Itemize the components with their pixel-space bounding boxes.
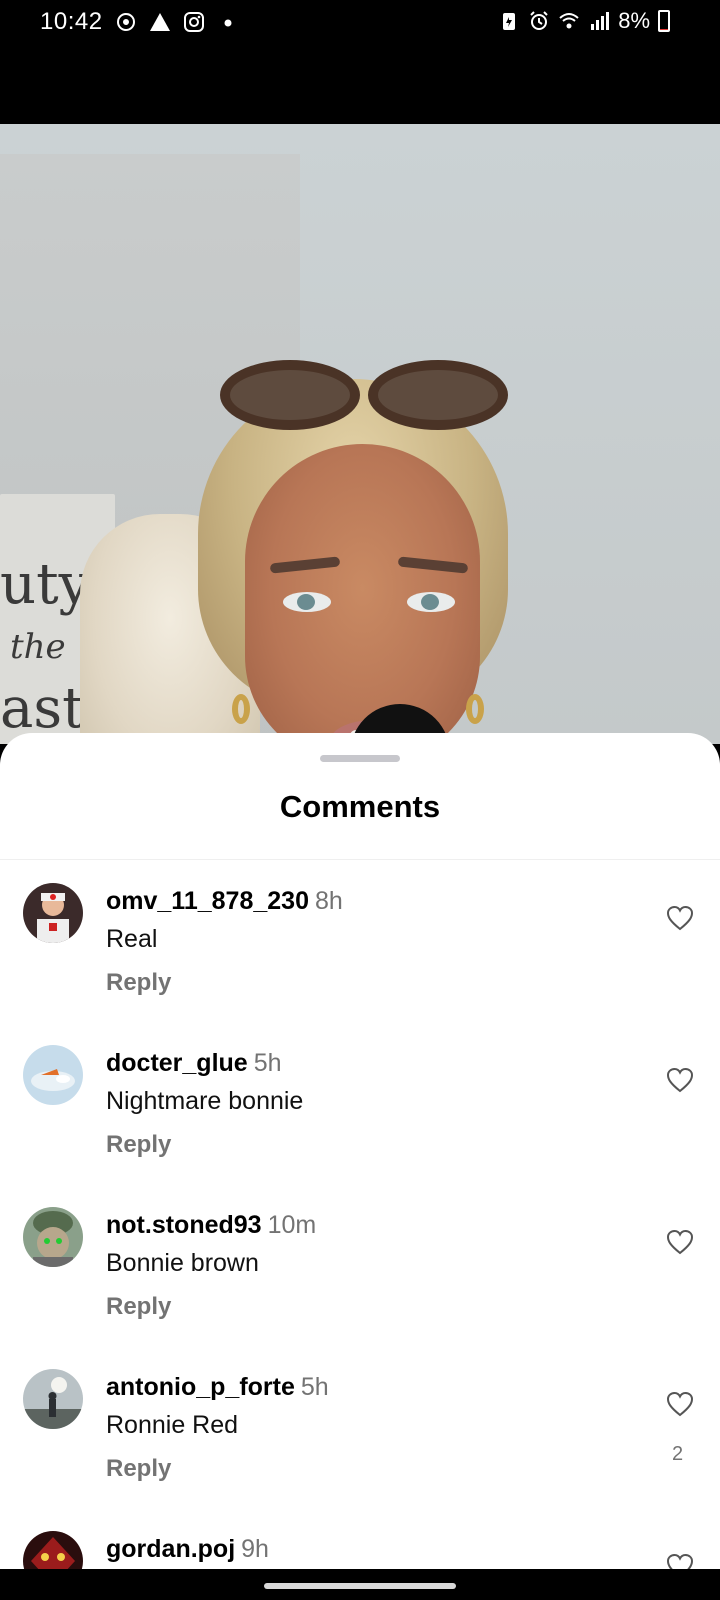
eye	[283, 592, 331, 612]
timestamp: 8h	[314, 887, 343, 915]
comment-item: antonio_p_forte 5h Ronnie Red Reply 2	[0, 1347, 720, 1497]
comment-header: gordan.poj 9h	[106, 1535, 269, 1564]
comment-text: Real	[106, 925, 158, 953]
comment-item: gordan.poj 9h	[0, 1509, 720, 1569]
comment-header: docter_glue 5h	[106, 1049, 282, 1078]
signal-icon	[591, 12, 610, 30]
comment-text: Nightmare bonnie	[106, 1087, 304, 1115]
sync-icon	[116, 13, 135, 31]
comment-item: docter_glue 5h Nightmare bonnie Reply	[0, 1023, 720, 1173]
username[interactable]: omv_11_878_230	[106, 887, 309, 915]
comment-header: not.stoned93 10m	[106, 1211, 316, 1240]
heart-icon[interactable]	[666, 905, 694, 931]
username[interactable]: gordan.poj	[106, 1535, 235, 1563]
battery-percentage: 8%	[618, 8, 650, 33]
comment-item: omv_11_878_230 8h Real Reply	[0, 861, 720, 1011]
alarm-icon	[530, 11, 548, 30]
comment-header: antonio_p_forte 5h	[106, 1373, 329, 1402]
status-time: 10:42	[40, 8, 103, 35]
wifi-icon	[559, 13, 579, 29]
timestamp: 5h	[300, 1373, 329, 1401]
status-bar: 10:42 8%	[0, 0, 720, 44]
comment-item: not.stoned93 10m Bonnie brown Reply	[0, 1185, 720, 1335]
drag-handle[interactable]	[320, 755, 400, 762]
battery-saver-icon	[503, 13, 516, 30]
earring	[232, 694, 250, 724]
sunglasses	[220, 360, 508, 430]
poster-text: uty the ast	[0, 554, 90, 740]
sheet-title: Comments	[279, 789, 441, 824]
warning-icon	[149, 13, 170, 31]
dot-icon	[224, 19, 232, 27]
reply-button[interactable]: Reply	[106, 969, 171, 997]
comment-header: omv_11_878_230 8h	[106, 887, 343, 916]
avatar[interactable]	[23, 1207, 83, 1267]
instagram-icon	[183, 12, 204, 32]
timestamp: 5h	[253, 1049, 282, 1077]
heart-icon[interactable]	[666, 1067, 694, 1093]
comment-text: Ronnie Red	[106, 1411, 239, 1439]
battery-icon	[658, 10, 670, 32]
reply-button[interactable]: Reply	[106, 1293, 171, 1321]
reply-button[interactable]: Reply	[106, 1455, 171, 1483]
comment-text: Bonnie brown	[106, 1249, 259, 1277]
divider	[0, 859, 720, 860]
avatar[interactable]	[23, 1531, 83, 1569]
username[interactable]: docter_glue	[106, 1049, 248, 1077]
username[interactable]: antonio_p_forte	[106, 1373, 295, 1401]
reply-button[interactable]: Reply	[106, 1131, 171, 1159]
heart-icon[interactable]	[666, 1553, 694, 1569]
like-count: 2	[672, 1443, 684, 1465]
poster-text-line: ast	[0, 676, 85, 741]
username[interactable]: not.stoned93	[106, 1211, 262, 1239]
avatar[interactable]	[23, 883, 83, 943]
comments-sheet: Comments omv_11_878_230 8h Real Reply doc…	[0, 733, 720, 1569]
avatar[interactable]	[23, 1369, 83, 1429]
heart-icon[interactable]	[666, 1391, 694, 1417]
timestamp: 10m	[267, 1211, 317, 1239]
heart-icon[interactable]	[666, 1229, 694, 1255]
avatar[interactable]	[23, 1045, 83, 1105]
home-gesture-bar[interactable]	[264, 1583, 456, 1589]
video-player[interactable]: uty the ast	[0, 124, 720, 744]
poster-text-line: the	[10, 627, 66, 667]
eye	[407, 592, 455, 612]
earring	[466, 694, 484, 724]
poster-text-line: uty	[0, 552, 91, 617]
timestamp: 9h	[241, 1535, 269, 1563]
